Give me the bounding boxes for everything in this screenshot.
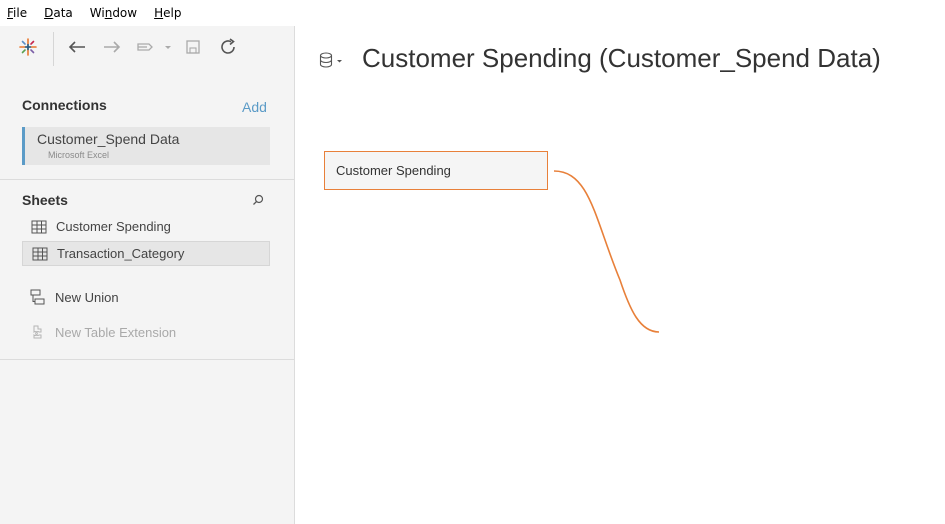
new-union-label: New Union [55,289,119,305]
tableau-logo-icon[interactable] [17,36,39,58]
new-union-button[interactable]: New Union [30,289,119,305]
sheet-label: Customer Spending [56,219,171,234]
toolbar-separator [53,32,54,66]
save-icon[interactable] [182,36,204,58]
table-grid-icon [31,220,47,234]
menu-file[interactable]: File [7,6,27,20]
sheets-heading: Sheets [22,192,68,208]
relationship-connector-line[interactable] [545,160,665,340]
menu-bar: File Data Window Help [0,0,945,26]
back-arrow-icon[interactable] [66,36,88,58]
sheet-label: Transaction_Category [57,246,185,261]
connection-item[interactable]: Customer_Spend Data Microsoft Excel [22,127,270,165]
new-table-extension-button: New Table Extension [30,324,176,340]
menu-data[interactable]: Data [44,6,73,20]
connection-name: Customer_Spend Data [37,131,180,147]
table-grid-icon [32,247,48,261]
pause-updates-icon[interactable] [134,36,174,58]
connections-heading: Connections [22,97,107,113]
connection-type: Microsoft Excel [48,150,110,160]
refresh-icon[interactable] [216,35,240,59]
add-connection-link[interactable]: Add [242,99,267,115]
forward-arrow-icon[interactable] [101,36,123,58]
sidebar-divider [0,179,294,180]
datasource-title[interactable]: Customer Spending (Customer_Spend Data) [362,43,881,74]
table-extension-icon [30,324,46,340]
table-node-customer-spending[interactable]: Customer Spending [324,151,548,190]
menu-window[interactable]: Window [90,6,137,20]
search-icon[interactable] [252,193,264,211]
sheet-item-transaction-category[interactable]: Transaction_Category [22,241,270,266]
menu-help[interactable]: Help [154,6,181,20]
sidebar-divider [0,359,294,360]
union-icon [30,289,46,305]
new-table-extension-label: New Table Extension [55,324,177,340]
data-source-sidebar: Connections Add Customer_Spend Data Micr… [0,26,295,524]
datasource-cylinder-icon[interactable] [319,52,343,73]
sheet-item-customer-spending[interactable]: Customer Spending [22,214,270,239]
